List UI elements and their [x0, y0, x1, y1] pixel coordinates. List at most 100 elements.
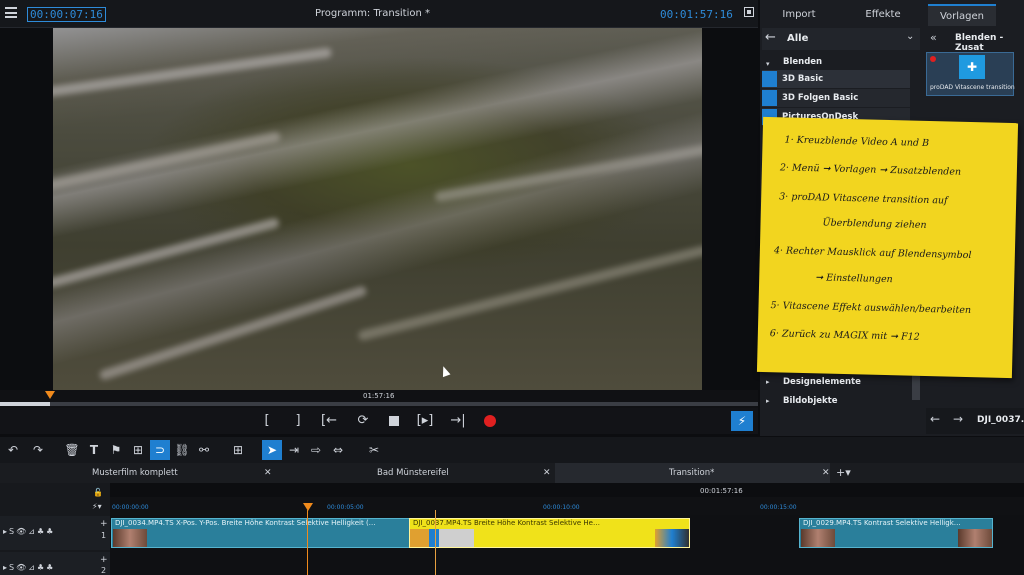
undo-icon[interactable]: ↶: [3, 440, 23, 460]
note-line: 5· Vitascene Effekt auswählen/bearbeiten: [770, 300, 972, 317]
clip-label: DJI_0037.MP4.TS Breite Höhe Kontrast Sel…: [413, 519, 600, 527]
note-line: 3· proDAD Vitascene transition auf: [779, 191, 948, 207]
category-item[interactable]: 3D Folgen Basic: [762, 89, 910, 107]
clip-thumbnail: [958, 529, 992, 547]
category-label: 3D Basic: [782, 74, 824, 84]
timeline-playhead[interactable]: [307, 510, 308, 575]
note-line: 4· Rechter Mausklick auf Blendensymbol: [773, 245, 972, 262]
play-button[interactable]: [▸]: [414, 411, 436, 431]
current-timecode[interactable]: 00:00:07:16: [27, 7, 106, 22]
tab-vorlagen[interactable]: Vorlagen: [928, 4, 996, 26]
monitor-ruler-time: 01:57:16: [363, 392, 395, 400]
flash-render-icon[interactable]: ⚡: [731, 411, 753, 431]
favorite-dot-icon: [930, 56, 936, 62]
lock-icon[interactable]: 🔓: [93, 488, 103, 497]
template-thumbnail[interactable]: ✚ proDAD Vitascene transition: [926, 52, 1015, 96]
close-tab-icon[interactable]: ✕: [822, 463, 830, 483]
clip-thumbnail: [801, 529, 835, 547]
stretch-tool-icon[interactable]: ⇔: [328, 440, 348, 460]
text-icon[interactable]: T: [84, 440, 104, 460]
note-line: ➞ Einstellungen: [815, 272, 893, 286]
track-2-add-icon[interactable]: +: [100, 555, 108, 565]
go-to-start-icon[interactable]: [←: [318, 411, 340, 431]
back-arrow-icon[interactable]: ←: [930, 412, 940, 426]
add-tab-icon[interactable]: +▾: [836, 463, 851, 483]
note-line: 1· Kreuzblende Video A und B: [784, 134, 930, 149]
puzzle-icon: ✚: [959, 55, 985, 79]
transport-bar: [0, 408, 758, 434]
ruler-label: 00:00:15:00: [760, 504, 797, 511]
group-icon[interactable]: ⊞: [128, 440, 148, 460]
tab-musterfilm[interactable]: Musterfilm komplett: [92, 463, 178, 483]
category-label: 3D Folgen Basic: [782, 93, 859, 103]
video-preview[interactable]: [53, 28, 702, 390]
monitor-playhead[interactable]: [45, 391, 55, 399]
chevron-down-icon[interactable]: ⌄: [906, 31, 914, 42]
tab-transition[interactable]: Transition*: [669, 463, 714, 483]
timeline-time: 00:01:57:16: [700, 487, 743, 495]
marker-flag-icon[interactable]: ⚑: [106, 440, 126, 460]
maximize-monitor-icon[interactable]: [744, 7, 754, 17]
expand-arrow-icon[interactable]: ▸: [766, 378, 770, 386]
track-1-controls[interactable]: ▸S👁⊿♣♣: [3, 527, 55, 536]
clip-thumbnail: [113, 529, 147, 547]
total-timecode: 00:01:57:16: [660, 8, 733, 21]
range-select-icon[interactable]: ⇥: [284, 440, 304, 460]
lightning-menu-icon[interactable]: ⚡▾: [92, 502, 102, 511]
preview-clip-label: DJI_0037.M: [977, 415, 1024, 425]
monitor-title: Programm: Transition *: [315, 8, 431, 19]
clip-label: DJI_0034.MP4.TS X-Pos. Y-Pos. Breite Höh…: [115, 519, 376, 527]
track-2-controls[interactable]: ▸S👁⊿♣♣: [3, 563, 55, 572]
template-label: proDAD Vitascene transition: [930, 84, 1015, 91]
unlink-icon[interactable]: ⚯: [194, 440, 214, 460]
object-select-icon[interactable]: ⇨: [306, 440, 326, 460]
insert-mode-icon[interactable]: ⊞: [228, 440, 248, 460]
sticky-note: 1· Kreuzblende Video A und B 2· Menü ➞ V…: [756, 116, 1019, 379]
hamburger-menu-icon[interactable]: [5, 7, 17, 18]
breadcrumb: Blenden - Zusat: [955, 33, 1004, 53]
tab-import[interactable]: Import: [762, 4, 836, 26]
expand-arrow-icon[interactable]: ▸: [766, 397, 770, 405]
collapse-arrow-icon[interactable]: ▾: [766, 60, 770, 68]
delete-icon[interactable]: 🗑: [62, 440, 82, 460]
track-2-number: 2: [101, 566, 107, 575]
magnet-snap-icon[interactable]: ⊃: [150, 440, 170, 460]
category-dropdown[interactable]: [762, 28, 920, 50]
set-out-point-button[interactable]: ]: [287, 411, 309, 431]
clip-dji-0037[interactable]: DJI_0037.MP4.TS Breite Höhe Kontrast Sel…: [409, 518, 690, 548]
clip-dji-0029[interactable]: DJI_0029.MP4.TS Kontrast Selektive Helli…: [799, 518, 993, 548]
monitor-scrubbar-fill: [0, 402, 50, 406]
transition-marker-line: [435, 510, 436, 575]
ruler-label: 00:00:00:00: [112, 504, 149, 511]
timeline-playhead-handle[interactable]: [303, 503, 313, 511]
redo-icon[interactable]: ↷: [28, 440, 48, 460]
double-chevron-left-icon[interactable]: «: [930, 31, 937, 44]
tab-effekte[interactable]: Effekte: [844, 4, 922, 26]
category-header: Blenden: [783, 57, 823, 67]
stop-button[interactable]: [383, 411, 405, 431]
monitor-scrubbar[interactable]: [0, 402, 758, 406]
category-bildobjekte[interactable]: Bildobjekte: [783, 396, 837, 406]
record-button[interactable]: [479, 411, 501, 431]
clip-thumbnail: [655, 529, 689, 547]
back-arrow-icon[interactable]: ←: [765, 30, 776, 45]
loop-icon[interactable]: ⟳: [352, 411, 374, 431]
select-tool-icon[interactable]: ➤: [262, 440, 282, 460]
track-1-add-icon[interactable]: +: [100, 519, 108, 529]
clip-dji-0034[interactable]: DJI_0034.MP4.TS X-Pos. Y-Pos. Breite Höh…: [111, 518, 411, 548]
set-in-point-button[interactable]: [: [256, 411, 278, 431]
close-tab-icon[interactable]: ✕: [543, 463, 551, 483]
category-item[interactable]: 3D Basic: [762, 70, 910, 88]
note-line: 6· Zurück zu MAGIX mit ➞ F12: [769, 328, 920, 343]
forward-arrow-icon[interactable]: →: [953, 412, 963, 426]
tab-bad-muenstereifel[interactable]: Bad Münstereifel: [377, 463, 449, 483]
ruler-label: 00:00:05:00: [327, 504, 364, 511]
category-designelemente[interactable]: Designelemente: [783, 377, 861, 387]
link-icon[interactable]: ⛓: [172, 440, 192, 460]
note-line: 2· Menü ➞ Vorlagen ➞ Zusatzblenden: [779, 162, 962, 178]
close-tab-icon[interactable]: ✕: [264, 463, 272, 483]
transition-crossfade-icon[interactable]: [410, 529, 474, 547]
go-to-end-icon[interactable]: →|: [447, 411, 469, 431]
cut-scissors-icon[interactable]: ✂: [364, 440, 384, 460]
track-1-number: 1: [101, 531, 107, 540]
